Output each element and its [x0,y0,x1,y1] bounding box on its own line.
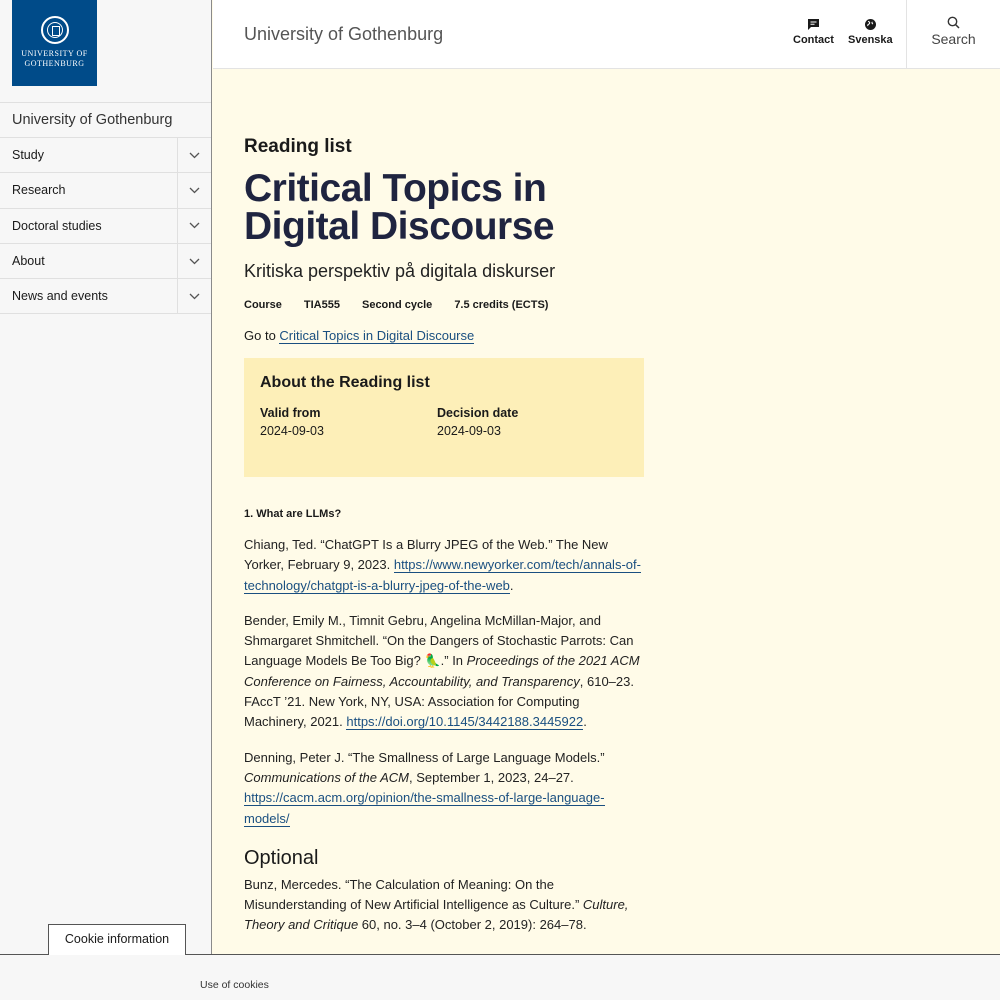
reference-item: Bunz, Mercedes. “The Calculation of Mean… [244,875,644,936]
chevron-down-icon[interactable] [177,173,211,208]
decision-date-value: 2024-09-03 [437,424,501,438]
sidebar-item-label[interactable]: Study [0,148,177,162]
page-kicker: Reading list [244,136,352,157]
page-subtitle: Kritiska perspektiv på digitala diskurse… [244,261,556,281]
reference-source: Communications of the ACM [244,769,409,785]
optional-heading: Optional [244,846,319,869]
section-heading: 1. What are LLMs? [244,508,342,520]
sidebar-item-label[interactable]: News and events [0,289,177,303]
sidebar-item-about[interactable]: About [0,243,211,280]
reference-text: Bunz, Mercedes. “The Calculation of Mean… [244,876,583,913]
logo-line-2: GOTHENBURG [24,59,85,68]
reference-item: Bender, Emily M., Timnit Gebru, Angelina… [244,612,640,731]
reference-text: 60, no. 3–4 (October 2, 2019): 264–78. [358,917,587,933]
language-label: Svenska [848,34,893,46]
use-of-cookies-link[interactable]: Use of cookies [200,979,269,991]
chevron-down-icon[interactable] [177,279,211,314]
reference-item: Denning, Peter J. “The Smallness of Larg… [244,748,644,829]
search-label: Search [931,31,976,47]
chat-icon [807,19,819,30]
decision-date-label: Decision date [437,406,519,420]
meta-type: Course [244,299,282,311]
main-content: Reading list Critical Topics in Digital … [244,130,644,936]
search-icon [947,16,960,29]
sidebar: UNIVERSITY OF GOTHENBURG University of G… [0,0,212,1000]
contact-button[interactable]: Contact [793,18,834,46]
reference-item: Chiang, Ted. “ChatGPT Is a Blurry JPEG o… [244,537,641,594]
course-meta: Course TIA555 Second cycle 7.5 credits (… [244,299,644,311]
meta-code: TIA555 [303,299,340,311]
chevron-down-icon[interactable] [177,243,211,279]
sidebar-nav: Study Research Doctoral studies About Ne… [0,138,211,315]
sidebar-item-label[interactable]: Doctoral studies [0,219,177,233]
sidebar-item-study[interactable]: Study [0,138,211,174]
meta-cycle: Second cycle [361,299,433,311]
valid-from-value: 2024-09-03 [260,424,324,438]
top-header: University of Gothenburg Contact Svenska… [213,0,1000,69]
sidebar-item-research[interactable]: Research [0,173,211,209]
chevron-down-icon[interactable] [177,208,211,243]
about-reading-list-box: About the Reading list Valid from 2024-0… [244,358,644,477]
valid-from-label: Valid from [260,406,321,420]
meta-credits: 7.5 credits (ECTS) [454,299,549,311]
sidebar-item-label[interactable]: About [0,254,177,268]
sidebar-item-news-and-events[interactable]: News and events [0,279,211,315]
chevron-down-icon[interactable] [177,138,211,173]
cookie-information-tab[interactable]: Cookie information [48,924,186,955]
header-brand-link[interactable]: University of Gothenburg [244,24,443,45]
course-link[interactable]: Critical Topics in Digital Discourse [279,328,475,344]
cookie-bar: Use of cookies [0,954,1000,1000]
search-button[interactable]: Search [906,0,1000,69]
goto-line: Go to Critical Topics in Digital Discour… [244,328,644,344]
university-seal-icon [40,16,69,44]
goto-prefix: Go to [244,328,276,343]
page-title: Critical Topics in Digital Discourse [244,167,555,248]
sidebar-item-label[interactable]: Research [0,183,177,197]
about-heading: About the Reading list [260,374,430,391]
university-logo[interactable]: UNIVERSITY OF GOTHENBURG [12,0,97,86]
sidebar-item-doctoral-studies[interactable]: Doctoral studies [0,208,211,244]
sidebar-title[interactable]: University of Gothenburg [0,102,211,138]
reference-text: Denning, Peter J. “The Smallness of Larg… [244,749,605,765]
reference-link[interactable]: https://cacm.acm.org/opinion/the-smallne… [244,790,605,827]
reference-link[interactable]: https://doi.org/10.1145/3442188.3445922 [346,714,584,731]
language-button[interactable]: Svenska [848,18,893,46]
contact-label: Contact [793,34,834,46]
globe-icon [864,19,876,30]
logo-line-1: UNIVERSITY OF [21,49,88,58]
reference-text: , September 1, 2023, 24–27. [408,769,574,785]
